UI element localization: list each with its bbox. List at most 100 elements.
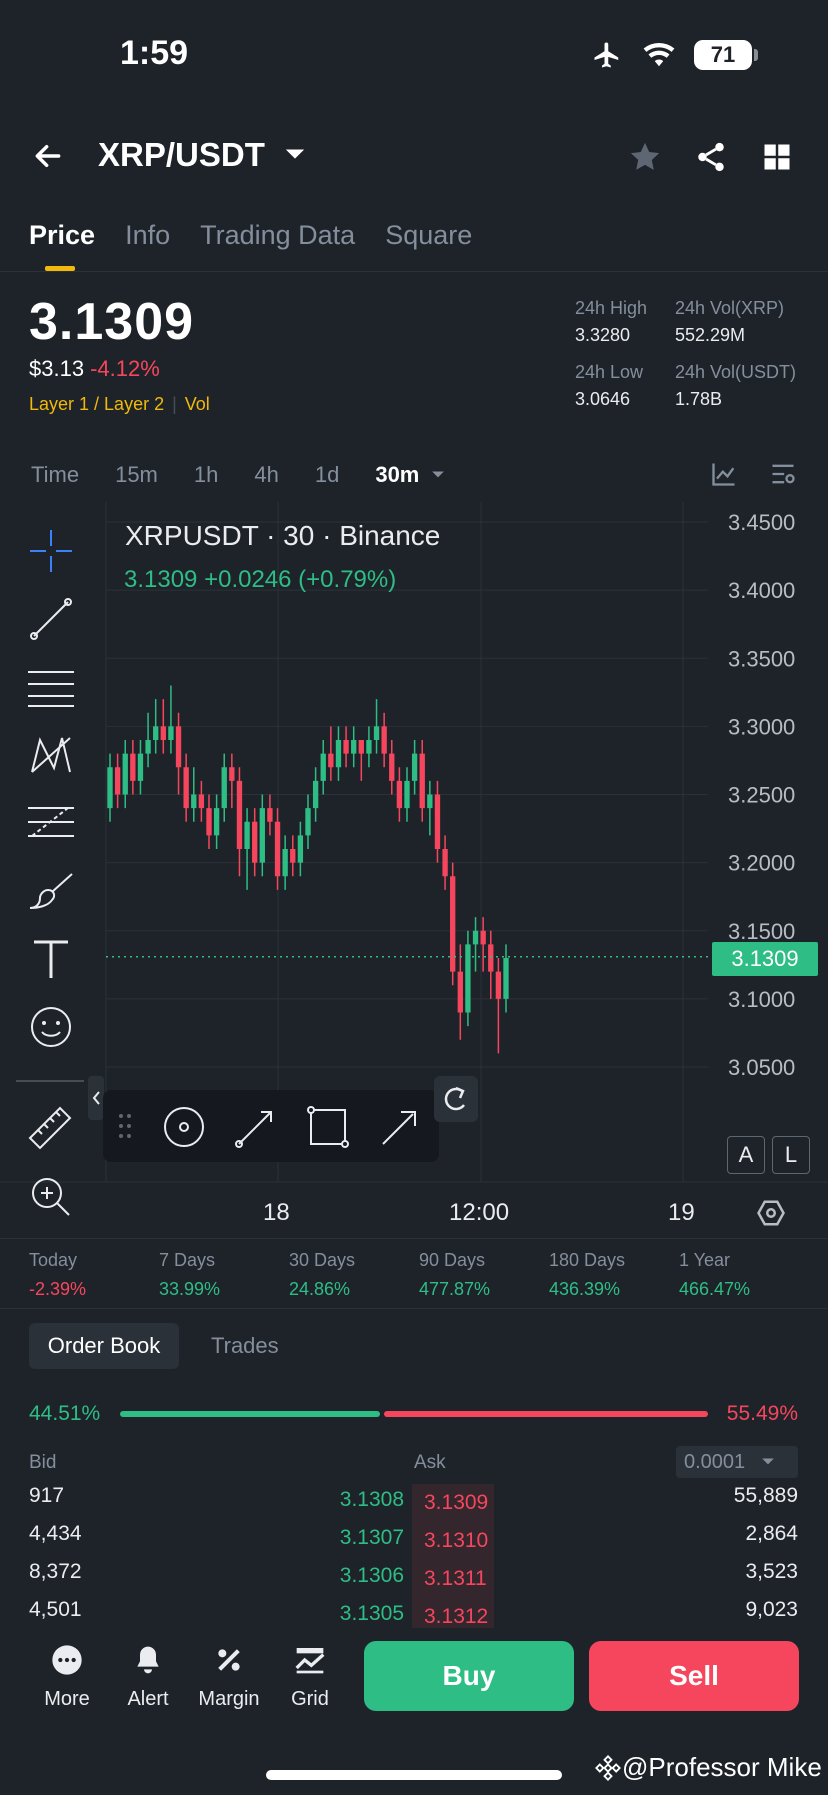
sell-button[interactable]: Sell [589,1641,799,1711]
interval-30m[interactable]: 30m [375,462,419,488]
candle-body [198,794,205,809]
interval-15m[interactable]: 15m [115,462,158,488]
chart-settings-icon[interactable] [768,460,798,488]
tab-info[interactable]: Info [125,220,170,251]
margin-percent-icon [218,1649,240,1671]
share-icon[interactable] [694,140,728,174]
text-tool-icon[interactable] [28,936,74,982]
grid-button[interactable]: Grid [270,1644,350,1711]
interval-time[interactable]: Time [31,462,79,488]
perf-30d: 30 Days 24.86% [289,1250,356,1299]
bell-icon [137,1646,159,1674]
candle-body [488,944,494,972]
candle-body [137,753,144,781]
emoji-icon[interactable] [28,1004,74,1050]
tag-vol[interactable]: Vol [185,394,210,414]
horizontal-lines-icon[interactable] [26,664,76,710]
tab-order-book[interactable]: Order Book [29,1323,179,1369]
tab-trades[interactable]: Trades [211,1333,279,1359]
caret-down-icon[interactable] [284,146,306,164]
candle-body [389,753,395,781]
status-icons: 71 [590,40,758,70]
category-tags: Layer 1 / Layer 2 | Vol [29,394,210,414]
alert-button[interactable]: Alert [108,1644,188,1711]
perf-1y: 1 Year 466.47% [679,1250,751,1299]
precision-value: 0.0001 [684,1450,746,1473]
candle-body [259,808,265,863]
candle-body [495,971,502,999]
candle-body [183,767,189,809]
candle-body [107,767,113,809]
pair-title[interactable]: XRP/USDT [98,136,265,174]
binance-logo-icon [595,1754,621,1781]
candle-body [290,849,296,863]
ruler-icon[interactable] [26,1104,76,1150]
candle-body [168,726,174,740]
more-button[interactable]: More [27,1644,107,1711]
tab-trading-data[interactable]: Trading Data [200,220,355,251]
crosshair-icon[interactable] [28,528,74,574]
rectangle-tool-icon[interactable] [305,1104,351,1150]
margin-button[interactable]: Margin [189,1644,269,1711]
candle-body [297,835,304,863]
interval-selector: Time 15m 1h 4h 1d 30m [31,462,445,488]
home-indicator[interactable] [266,1770,562,1780]
arrow-line-tool-icon[interactable] [233,1104,279,1150]
buy-button[interactable]: Buy [364,1641,574,1711]
margin-label: Margin [198,1688,260,1710]
zoom-in-icon[interactable] [28,1174,74,1220]
airplane-icon [594,42,619,68]
candle-body [411,753,418,781]
trend-line-icon[interactable] [28,596,74,642]
circle-tool-icon[interactable] [161,1104,207,1150]
usd-price-row: $3.13 -4.12% [29,356,160,382]
tag-layer[interactable]: Layer 1 / Layer 2 [29,394,164,414]
table-row[interactable]: 4,434 3.1307 3.1310 2,864 [0,1522,828,1560]
chart-legend-values: 3.1309 +0.0246 (+0.79%) [124,566,397,593]
log-scale-button[interactable]: L [772,1136,810,1174]
sell-ratio-bar [384,1411,708,1417]
candle-body [373,726,380,740]
tabs-divider [0,271,828,272]
indicator-icon[interactable] [710,460,738,488]
candle-body [396,780,403,809]
candle-body [244,821,250,849]
fib-retracement-icon[interactable] [26,800,76,846]
collapse-toolbar-handle[interactable] [88,1076,104,1120]
candle-body [434,794,441,849]
hexagon-settings-icon[interactable] [756,1198,786,1228]
interval-1h[interactable]: 1h [194,462,218,488]
usd-price: $3.13 [29,356,85,381]
candle-body [351,740,357,754]
auto-scale-button[interactable]: A [727,1136,765,1174]
back-arrow-icon[interactable] [32,140,64,172]
stat-24h-vol-usdt: 24h Vol(USDT) 1.78B [675,362,797,409]
candle-body [114,767,121,795]
candle-body [312,780,319,809]
grid-menu-icon[interactable] [762,142,792,172]
last-price: 3.1309 [29,293,195,351]
floating-draw-toolbar [103,1090,439,1162]
brush-icon[interactable] [26,868,76,914]
ask-header: Ask [414,1452,446,1473]
tab-price[interactable]: Price [29,220,95,271]
interval-4h[interactable]: 4h [254,462,278,488]
more-label: More [44,1688,90,1710]
pattern-icon[interactable] [26,732,76,778]
status-time: 1:59 [120,34,189,72]
table-row[interactable]: 8,372 3.1306 3.1311 3,523 [0,1560,828,1598]
precision-select[interactable]: 0.0001 [676,1446,798,1478]
table-row[interactable]: 917 3.1308 3.1309 55,889 [0,1484,828,1522]
star-icon[interactable] [628,140,662,174]
stat-24h-vol-xrp: 24h Vol(XRP) 552.29M [675,298,785,345]
drag-handle-icon[interactable] [117,1112,133,1140]
arrow-tool-icon[interactable] [377,1104,423,1150]
undo-button[interactable] [434,1076,478,1122]
undo-icon [444,1086,465,1111]
interval-1d[interactable]: 1d [315,462,339,488]
candle-body [191,794,197,809]
tab-square[interactable]: Square [385,220,472,251]
x-axis-label-19: 19 [668,1199,695,1226]
interval-caret-icon[interactable] [431,470,445,480]
stat-24h-low: 24h Low 3.0646 [575,362,644,409]
